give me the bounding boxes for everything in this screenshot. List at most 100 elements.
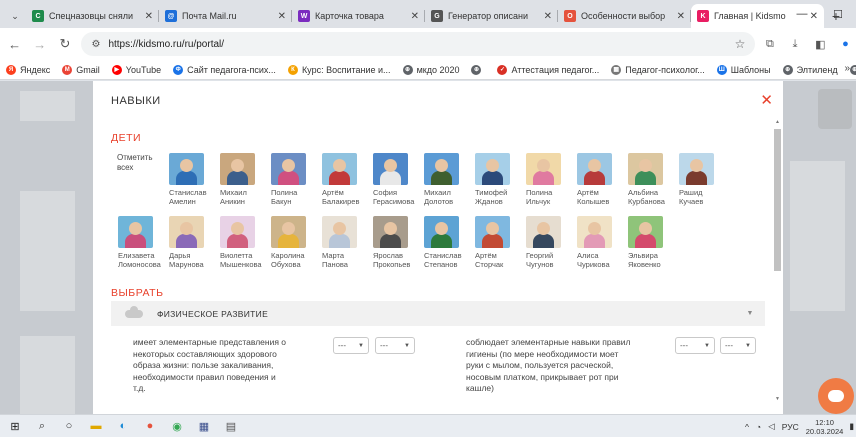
edge-icon[interactable]: ◐ [111,416,135,436]
bookmark-star-icon[interactable]: ☆ [735,37,746,51]
url-text[interactable]: https://kidsmo.ru/ru/portal/ [108,39,734,50]
browser-tab[interactable]: О Особенности выбор ✕ [558,4,691,28]
scrollbar-thumb[interactable] [774,129,781,271]
skill-1-select-1[interactable]: --- ▼ [333,337,369,354]
scroll-down-icon[interactable]: ▼ [774,396,781,402]
task-view-icon[interactable]: ○ [57,416,81,436]
bookmark-item[interactable]: ⊕ Элтиленд [782,64,838,75]
child-card[interactable]: Альбина Курбанова [628,153,680,206]
child-last-name: Ильчук [526,197,551,206]
skill-2-select-1[interactable]: --- ▼ [675,337,715,354]
maximize-button[interactable]: ☐ [820,0,856,28]
tray-chevron-icon[interactable]: ^ [745,422,749,432]
tab-title: Почта Mail.ru [182,11,237,21]
address-bar[interactable]: ⚙ https://kidsmo.ru/ru/portal/ ☆ [81,32,756,56]
close-icon[interactable]: ✕ [278,11,286,22]
site-settings-icon[interactable]: ⚙ [91,39,100,50]
child-card[interactable]: Ярослав Прокопьев [373,216,425,269]
child-card[interactable]: Станислав Степанов [424,216,476,269]
extensions-icon[interactable]: ⧉ [759,33,780,55]
bookmark-item[interactable]: ⊕ мкдо 2020 [402,64,459,75]
close-icon[interactable]: ✕ [145,11,153,22]
child-card[interactable]: Эльвира Яковенко [628,216,680,269]
skill-1-select-2[interactable]: --- ▼ [375,337,415,354]
windows-start-icon[interactable]: ⊞ [3,416,27,436]
chrome-icon[interactable]: ◉ [165,416,189,436]
bg-left-card [20,191,75,311]
child-card[interactable]: София Герасимова [373,153,425,206]
child-card[interactable]: Станислав Амелин [169,153,221,206]
app-red-icon[interactable]: ● [138,416,162,436]
bookmark-item[interactable]: Ш Шаблоны [716,64,771,75]
child-card[interactable]: Артём Балакирев [322,153,374,206]
tab-title: Карточка товара [315,11,384,21]
child-photo [118,216,153,248]
file-explorer-icon[interactable]: ▬ [84,416,108,436]
bookmark-item[interactable]: Ф Сайт педагога-псих... [173,64,276,75]
child-card[interactable]: Виолетта Мышенкова [220,216,272,269]
sidepanel-icon[interactable]: ◧ [810,33,831,55]
child-card[interactable]: Артём Сторчак [475,216,527,269]
category-accordion[interactable]: ФИЗИЧЕСКОЕ РАЗВИТИЕ ▼ [111,301,765,326]
volume-icon[interactable]: ◁ [768,421,775,432]
app-tiles-icon[interactable]: ▦ [192,416,216,436]
bg-right-card [790,161,845,311]
mark-all-link[interactable]: Отметить всех [117,153,153,173]
child-photo [373,153,408,185]
child-card[interactable]: Артём Колышев [577,153,629,206]
child-card[interactable]: Елизавета Ломоносова [118,216,170,269]
child-card[interactable]: Полина Бакун [271,153,323,206]
child-card[interactable]: Марта Панова [322,216,374,269]
close-icon[interactable]: ✕ [411,11,419,22]
browser-tab[interactable]: С Спецназовцы сняли ✕ [26,4,159,28]
modal-scrollbar[interactable]: ▲ ▼ [774,119,781,414]
child-card[interactable]: Михаил Долотов [424,153,476,206]
bookmark-item[interactable]: К Курс: Воспитание и... [287,64,391,75]
browser-tab[interactable]: @ Почта Mail.ru ✕ [159,4,292,28]
bookmarks-more-icon[interactable]: » [844,63,850,74]
bookmark-item[interactable]: M Gmail [62,64,100,75]
network-icon[interactable]: ◔ [756,422,761,432]
close-icon[interactable]: ✕ [544,11,552,22]
back-arrow-icon[interactable]: ← [4,33,25,55]
child-card[interactable]: Тимофей Жданов [475,153,527,206]
notification-icon[interactable]: ▮ [849,421,854,432]
child-card[interactable]: Дарья Марунова [169,216,221,269]
clock[interactable]: 12:10 20.03.2024 [806,418,844,436]
bookmark-item[interactable]: ▶ YouTube [111,64,161,75]
child-card[interactable]: Алиса Чурикова [577,216,629,269]
tab-title: Спецназовцы сняли [49,11,133,21]
browser-tab[interactable]: G Генератор описани ✕ [425,4,558,28]
bookmark-item[interactable]: ⊕Новая вкладка [849,64,856,75]
child-last-name: Аникин [220,197,245,206]
bookmark-item[interactable]: ▦ Педагог-психолог... [611,64,705,75]
tab-search-icon[interactable]: ⌄ [4,4,26,28]
bookmark-item[interactable]: ✓ Аттестация педагог... [497,64,599,75]
forward-arrow-icon[interactable]: → [29,33,50,55]
child-card[interactable]: Полина Ильчук [526,153,578,206]
download-icon[interactable]: ⤓ [785,33,806,55]
minimize-button[interactable]: — [784,0,820,28]
close-icon[interactable]: ✕ [760,91,773,109]
search-icon[interactable]: ⌕ [30,416,54,436]
chat-button[interactable] [818,378,854,414]
child-card[interactable]: Михаил Аникин [220,153,272,206]
child-last-name: Колышев [577,197,610,206]
child-card[interactable]: Рашид Кучаев [679,153,731,206]
bookmark-item[interactable]: ⊕ [471,64,485,75]
child-last-name: Жданов [475,197,503,206]
chevron-down-icon[interactable]: ▼ [735,301,765,326]
browser-tab[interactable]: W Карточка товара ✕ [292,4,425,28]
profile-icon[interactable]: ● [835,33,856,55]
child-card[interactable]: Георгий Чугунов [526,216,578,269]
tab-favicon-icon: G [431,10,443,22]
skill-2-select-2[interactable]: --- ▼ [720,337,756,354]
close-icon[interactable]: ✕ [677,11,685,22]
bookmark-item[interactable]: Я Яндекс [6,64,50,75]
child-first-name: Альбина [628,188,659,197]
child-card[interactable]: Каролина Обухова [271,216,323,269]
notepad-icon[interactable]: ▤ [219,416,243,436]
reload-icon[interactable]: ↻ [54,33,75,55]
language-indicator[interactable]: РУС [782,422,799,432]
scroll-up-icon[interactable]: ▲ [774,119,781,125]
